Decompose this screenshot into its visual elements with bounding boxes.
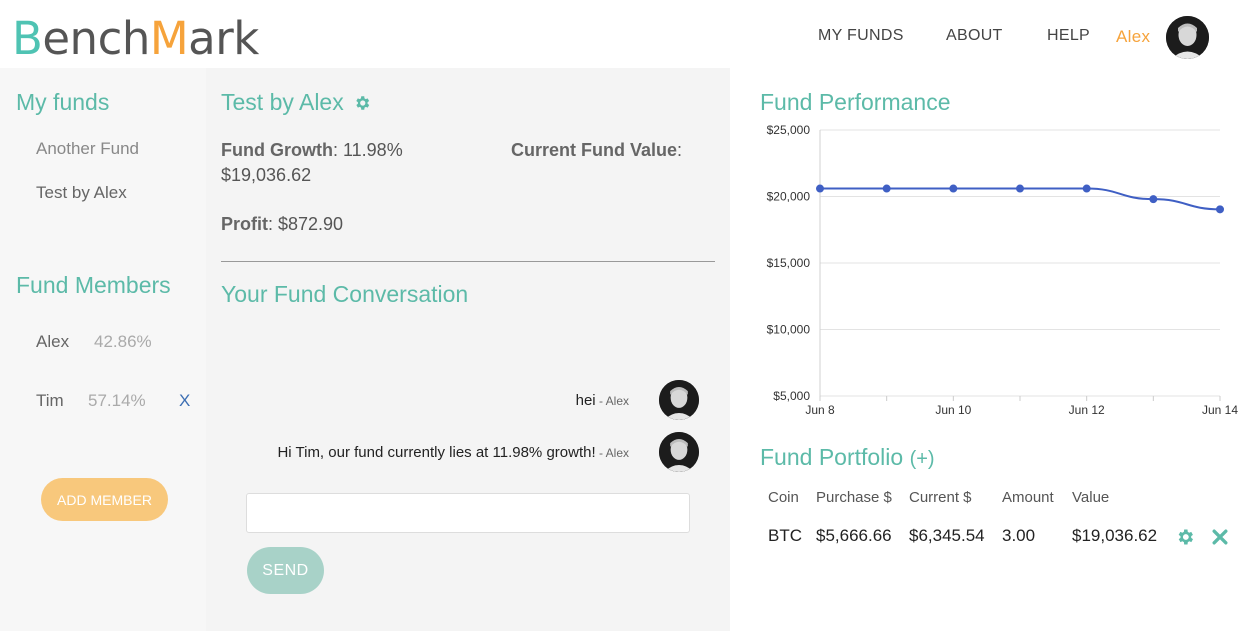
chart-data-point bbox=[1082, 184, 1091, 193]
chat-avatar bbox=[659, 380, 699, 420]
fund-settings-gear-icon[interactable] bbox=[353, 94, 371, 112]
portfolio-header-coin: Coin bbox=[768, 489, 799, 506]
portfolio-cell-current: $6,345.54 bbox=[909, 526, 985, 545]
sidebar: My funds Another Fund Test by Alex Fund … bbox=[0, 68, 206, 631]
edit-coin-gear-icon[interactable] bbox=[1175, 527, 1195, 547]
logo-ench: ench bbox=[42, 12, 150, 65]
send-button[interactable]: SEND bbox=[247, 547, 324, 594]
portfolio-title-text: Fund Portfolio bbox=[760, 444, 904, 470]
add-coin-button[interactable]: (+) bbox=[910, 448, 935, 470]
chart-data-point bbox=[1016, 184, 1024, 193]
chat-message-author: - Alex bbox=[595, 394, 629, 408]
nav-user-name[interactable]: Alex bbox=[1116, 27, 1150, 47]
chart-data-point bbox=[1216, 205, 1224, 214]
my-funds-title: My funds bbox=[16, 89, 110, 115]
member-name-alex: Alex bbox=[36, 332, 70, 351]
benchmark-logo[interactable]: BenchMark bbox=[12, 14, 259, 64]
nav-my-funds[interactable]: MY FUNDS bbox=[818, 27, 904, 45]
user-avatar[interactable] bbox=[1166, 16, 1209, 59]
chart-data-point bbox=[1149, 195, 1158, 204]
chart-x-axis: Jun 8 Jun 10 Jun 12 Jun 14 bbox=[805, 396, 1238, 417]
chart-y-tick-label: $20,000 bbox=[767, 190, 811, 204]
fund-growth-value: : 11.98% bbox=[332, 140, 403, 160]
portfolio-cell-purchase: $5,666.66 bbox=[816, 526, 892, 545]
fund-title-text: Test by Alex bbox=[221, 89, 344, 115]
portfolio-header-value: Value bbox=[1072, 489, 1110, 506]
chart-data-point bbox=[816, 184, 824, 193]
current-fund-value-label: Current Fund Value bbox=[511, 140, 678, 160]
chart-y-tick-label: $15,000 bbox=[767, 256, 811, 270]
user-avatar-image bbox=[1166, 16, 1209, 59]
fund-title: Test by Alex bbox=[221, 89, 371, 116]
chat-message-text: hei bbox=[575, 392, 596, 409]
fund-growth-stat: Fund Growth: 11.98% bbox=[221, 140, 403, 161]
logo-b: B bbox=[12, 12, 43, 65]
performance-line-chart: $25,000 $20,000 $15,000 $10,000 $5,000 Jun 8… bbox=[767, 123, 1239, 417]
performance-panel: Fund Performance $25,000 $20,000 $15,000 $1… bbox=[730, 68, 1250, 631]
chart-y-tick-label: $25,000 bbox=[767, 123, 811, 137]
add-member-button[interactable]: ADD MEMBER bbox=[41, 478, 168, 521]
nav-help[interactable]: HELP bbox=[1047, 27, 1090, 45]
current-fund-value-stat: Current Fund Value: bbox=[511, 140, 682, 161]
portfolio-title: Fund Portfolio (+) bbox=[760, 444, 935, 471]
member-name-tim: Tim bbox=[36, 391, 64, 410]
fund-detail-panel: Test by Alex Fund Growth: 11.98% Current… bbox=[206, 68, 730, 631]
section-divider bbox=[221, 261, 715, 262]
fund-growth-label: Fund Growth bbox=[221, 140, 333, 160]
chat-avatar-image bbox=[659, 380, 699, 420]
portfolio-header-current: Current $ bbox=[909, 489, 972, 506]
delete-coin-close-icon[interactable] bbox=[1210, 527, 1230, 547]
nav-about[interactable]: ABOUT bbox=[946, 27, 1003, 45]
chart-grid bbox=[819, 129, 1220, 397]
fund-link-another-fund[interactable]: Another Fund bbox=[36, 139, 139, 159]
chat-message-text: Hi Tim, our fund currently lies at 11.98… bbox=[277, 444, 596, 461]
current-fund-value-amount: $19,036.62 bbox=[221, 165, 312, 185]
chat-message-input[interactable] bbox=[246, 493, 690, 533]
profit-label: Profit bbox=[221, 214, 268, 234]
member-share-alex: 42.86% bbox=[94, 332, 152, 351]
chat-message: Hi Tim, our fund currently lies at 11.98… bbox=[277, 444, 629, 461]
portfolio-header-purchase: Purchase $ bbox=[816, 489, 892, 506]
chart-x-tick-label: Jun 10 bbox=[935, 403, 971, 417]
chat-message-author: - Alex bbox=[595, 446, 629, 460]
chat-avatar bbox=[659, 432, 699, 472]
portfolio-cell-coin: BTC bbox=[768, 526, 802, 545]
portfolio-cell-value: $19,036.62 bbox=[1072, 526, 1158, 545]
conversation-title: Your Fund Conversation bbox=[221, 281, 469, 307]
portfolio-cell-amount: 3.00 bbox=[1002, 526, 1036, 545]
current-fund-value-colon: : bbox=[677, 140, 683, 160]
portfolio-header-amount: Amount bbox=[1002, 489, 1054, 506]
fund-members-title: Fund Members bbox=[16, 272, 171, 298]
chart-data-point bbox=[882, 184, 891, 193]
fund-link-test-by-alex[interactable]: Test by Alex bbox=[36, 183, 127, 203]
member-share-tim: 57.14% bbox=[88, 391, 146, 410]
logo-m: M bbox=[149, 12, 189, 65]
chart-y-tick-label: $5,000 bbox=[773, 389, 810, 403]
chart-x-tick-label: Jun 8 bbox=[805, 403, 835, 417]
chat-avatar-image bbox=[659, 432, 699, 472]
remove-member-button[interactable]: X bbox=[179, 391, 190, 411]
performance-title: Fund Performance bbox=[760, 89, 951, 115]
chart-y-axis: $25,000 $20,000 $15,000 $10,000 $5,000 bbox=[767, 123, 811, 403]
chart-x-tick-label: Jun 14 bbox=[1202, 403, 1238, 417]
chart-x-tick-label: Jun 12 bbox=[1069, 403, 1105, 417]
logo-ark: ark bbox=[188, 12, 259, 65]
chart-y-tick-label: $10,000 bbox=[767, 323, 811, 337]
chat-message: hei - Alex bbox=[576, 392, 629, 409]
profit-value: : $872.90 bbox=[268, 214, 344, 234]
chart-data-point bbox=[949, 184, 958, 193]
top-header: BenchMark MY FUNDS ABOUT HELP Alex bbox=[0, 0, 1250, 68]
profit-stat: Profit: $872.90 bbox=[221, 214, 343, 235]
